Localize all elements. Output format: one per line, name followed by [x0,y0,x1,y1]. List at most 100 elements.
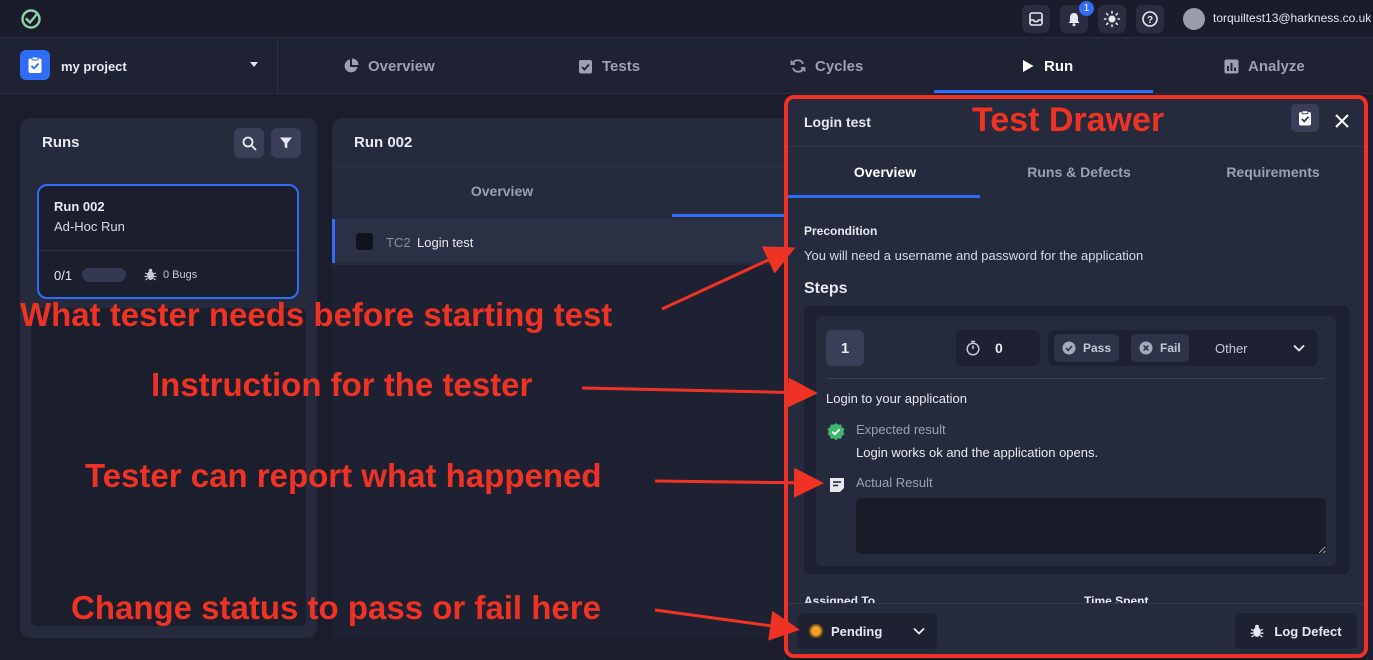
tab-overview[interactable]: Overview [788,147,982,197]
divider [39,250,297,251]
run-card[interactable]: Run 002 Ad-Hoc Run 0/1 0 Bugs [37,184,299,299]
expected-result-label: Expected result [856,422,946,437]
run-bugs: 0 Bugs [144,268,197,281]
filter-button[interactable] [271,128,301,158]
chevron-down-icon [1293,344,1305,352]
run-card-title: Run 002 [54,199,105,214]
status-select[interactable]: Pending [797,613,937,649]
close-icon[interactable] [1334,113,1350,129]
run-progress-count: 0/1 [54,268,73,283]
nav-tab-overview[interactable]: Overview [343,38,435,94]
pie-chart-icon [344,58,359,73]
notifications-button[interactable]: 1 [1060,1,1094,33]
pass-button[interactable]: Pass [1054,334,1120,362]
step-card: 1 0 Pass Fail Other Login to your applic… [816,316,1336,566]
user-avatar[interactable] [1183,8,1205,30]
step-instruction: Login to your application [826,391,967,406]
nav-tab-run[interactable]: Run [1021,38,1073,94]
play-icon [1023,60,1034,72]
drawer-banner-annotation: Test Drawer [972,101,1165,139]
test-case-id: TC2 [386,235,411,250]
tab-indicator [672,214,802,217]
notification-badge: 1 [1079,1,1094,16]
tab-overview[interactable]: Overview [332,167,672,215]
steps-heading: Steps [804,280,848,297]
inbox-icon[interactable] [1022,5,1050,33]
chevron-down-icon [913,627,925,635]
annotation-instruction: Instruction for the tester [151,366,533,403]
svg-text:?: ? [1147,15,1153,26]
pass-label: Pass [1083,341,1112,355]
main-nav: my project Overview Tests Cycles Run Ana… [0,38,1373,94]
step-timer[interactable]: 0 [956,330,1040,366]
actual-result-field[interactable] [856,498,1326,554]
tab-requirements[interactable]: Requirements [1176,147,1364,197]
timer-value: 0 [995,340,1003,356]
app-logo-icon[interactable] [20,8,42,30]
fail-button[interactable]: Fail [1131,334,1189,362]
open-test-button[interactable] [1291,104,1319,132]
run-bugs-label: 0 Bugs [163,268,198,281]
nav-tab-label: Analyze [1248,57,1305,75]
nav-tab-label: Overview [368,57,435,75]
clipboard-check-icon [1299,110,1311,126]
fail-label: Fail [1160,341,1181,355]
verified-check-icon [827,423,845,441]
nav-tab-label: Cycles [815,57,864,75]
steps-container: 1 0 Pass Fail Other Login to your applic… [804,306,1350,574]
precondition-label: Precondition [804,224,878,238]
expected-result-text: Login works ok and the application opens… [856,445,1099,460]
help-icon[interactable]: ? [1136,5,1164,33]
nav-tab-tests[interactable]: Tests [578,38,640,94]
filter-icon [280,137,292,149]
bug-icon [144,268,157,281]
x-circle-icon [1139,341,1153,355]
annotation-precondition: What tester needs before starting test [20,296,613,333]
top-bar: 1 ? torquiltest13@harkness.co.uk [0,0,1373,38]
other-status-select[interactable]: Other [1201,334,1313,362]
test-drawer: Login test Test Drawer Overview Runs & D… [784,95,1368,658]
nav-tab-cycles[interactable]: Cycles [790,38,863,94]
theme-toggle-icon[interactable] [1098,5,1126,33]
bug-icon [1250,624,1264,638]
bell-icon [1068,13,1080,27]
tab-runs-defects[interactable]: Runs & Defects [982,147,1176,197]
tab-indicator [788,195,980,198]
chevron-down-icon [250,62,258,67]
bar-chart-icon [1224,59,1239,73]
nav-tab-label: Tests [602,57,641,75]
nav-tab-label: Run [1044,57,1074,75]
test-case-row[interactable]: TC2 Login test [332,219,802,263]
runs-title: Runs [42,134,80,151]
annotation-actual-result: Tester can report what happened [85,457,602,494]
user-email[interactable]: torquiltest13@harkness.co.uk [1213,11,1371,25]
stopwatch-icon [966,340,980,356]
log-defect-button[interactable]: Log Defect [1235,613,1357,649]
active-tab-indicator [934,90,1153,93]
test-case-checkbox[interactable] [356,233,373,250]
project-selector[interactable]: my project [0,38,278,94]
drawer-footer: Pending Log Defect [788,603,1364,654]
clipboard-check-icon [579,60,592,74]
other-label: Other [1215,340,1248,356]
project-name: my project [61,59,127,74]
test-case-name: Login test [417,235,474,250]
pending-clock-icon [809,624,823,638]
search-icon [242,136,256,150]
nav-tab-analyze[interactable]: Analyze [1224,38,1305,94]
step-number: 1 [826,330,864,366]
status-value: Pending [831,623,883,639]
run-progress-bar [82,268,126,282]
project-clipboard-icon [20,50,50,80]
note-icon [830,478,844,492]
check-circle-icon [1062,341,1076,355]
precondition-text: You will need a username and password fo… [804,248,1144,263]
step-status-group: Pass Fail Other [1048,330,1318,366]
search-button[interactable] [234,128,264,158]
run-card-type: Ad-Hoc Run [54,219,125,234]
drawer-title: Login test [804,114,871,130]
refresh-icon [790,59,806,73]
annotation-status: Change status to pass or fail here [71,589,601,626]
log-defect-label: Log Defect [1274,623,1342,639]
run-detail-title: Run 002 [354,134,413,151]
